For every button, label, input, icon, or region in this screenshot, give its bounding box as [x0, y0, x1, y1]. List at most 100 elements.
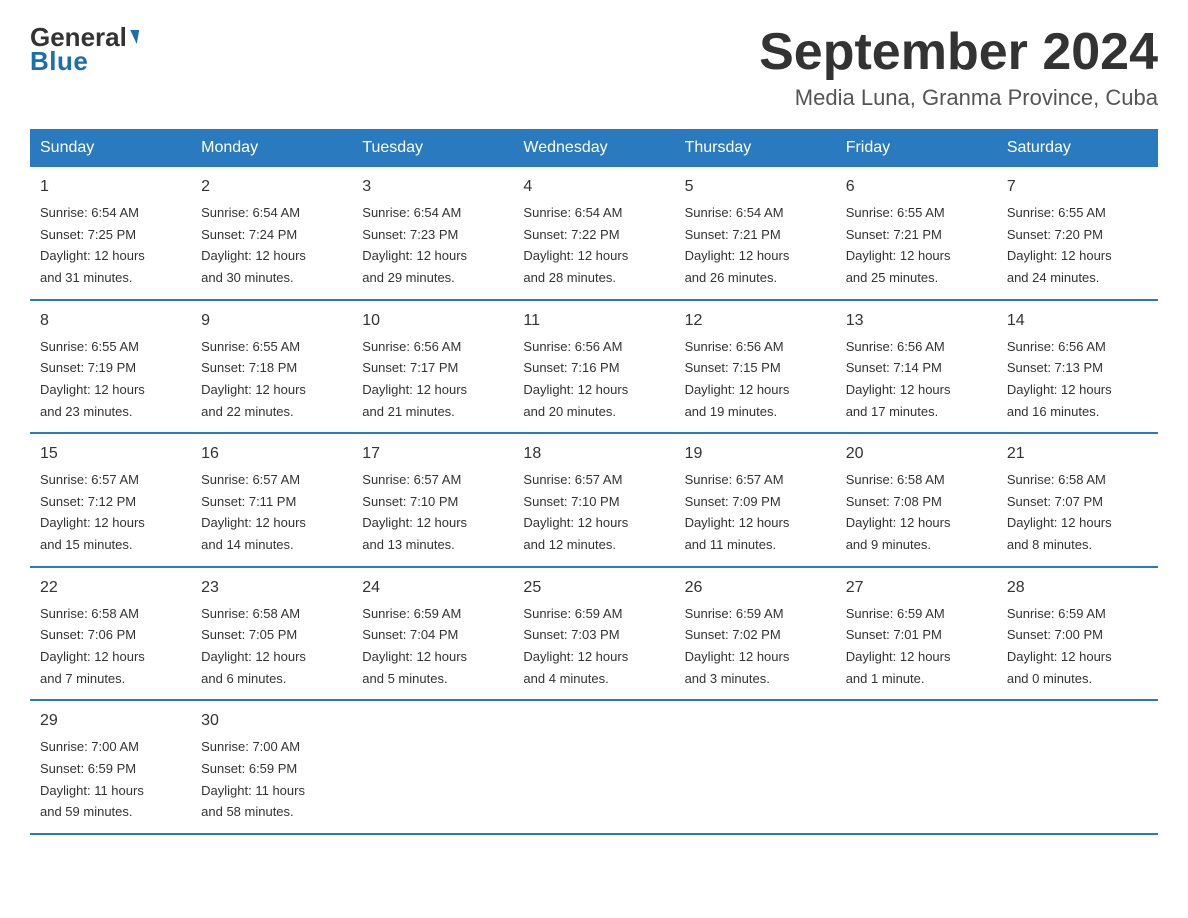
calendar-cell: 11 Sunrise: 6:56 AMSunset: 7:16 PMDaylig…	[513, 300, 674, 434]
day-info: Sunrise: 6:59 AMSunset: 7:04 PMDaylight:…	[362, 606, 467, 686]
calendar-cell: 30 Sunrise: 7:00 AMSunset: 6:59 PMDaylig…	[191, 700, 352, 834]
calendar-cell: 5 Sunrise: 6:54 AMSunset: 7:21 PMDayligh…	[675, 167, 836, 300]
calendar-cell: 15 Sunrise: 6:57 AMSunset: 7:12 PMDaylig…	[30, 433, 191, 567]
calendar-cell: 2 Sunrise: 6:54 AMSunset: 7:24 PMDayligh…	[191, 167, 352, 300]
day-number: 4	[523, 175, 664, 200]
day-number: 20	[846, 442, 987, 467]
location-subtitle: Media Luna, Granma Province, Cuba	[759, 85, 1158, 111]
header-day-monday: Monday	[191, 129, 352, 167]
day-info: Sunrise: 6:59 AMSunset: 7:02 PMDaylight:…	[685, 606, 790, 686]
calendar-cell: 27 Sunrise: 6:59 AMSunset: 7:01 PMDaylig…	[836, 567, 997, 701]
calendar-cell: 23 Sunrise: 6:58 AMSunset: 7:05 PMDaylig…	[191, 567, 352, 701]
day-info: Sunrise: 6:58 AMSunset: 7:05 PMDaylight:…	[201, 606, 306, 686]
day-info: Sunrise: 6:57 AMSunset: 7:10 PMDaylight:…	[523, 472, 628, 552]
day-info: Sunrise: 6:56 AMSunset: 7:15 PMDaylight:…	[685, 339, 790, 419]
calendar-cell	[997, 700, 1158, 834]
day-number: 21	[1007, 442, 1148, 467]
day-number: 30	[201, 709, 342, 734]
day-number: 8	[40, 309, 181, 334]
calendar-cell	[513, 700, 674, 834]
calendar-header: SundayMondayTuesdayWednesdayThursdayFrid…	[30, 129, 1158, 167]
day-number: 27	[846, 576, 987, 601]
day-info: Sunrise: 7:00 AMSunset: 6:59 PMDaylight:…	[40, 739, 144, 819]
calendar-table: SundayMondayTuesdayWednesdayThursdayFrid…	[30, 129, 1158, 835]
day-number: 5	[685, 175, 826, 200]
day-info: Sunrise: 7:00 AMSunset: 6:59 PMDaylight:…	[201, 739, 305, 819]
calendar-cell: 4 Sunrise: 6:54 AMSunset: 7:22 PMDayligh…	[513, 167, 674, 300]
header-day-friday: Friday	[836, 129, 997, 167]
calendar-cell: 1 Sunrise: 6:54 AMSunset: 7:25 PMDayligh…	[30, 167, 191, 300]
day-number: 24	[362, 576, 503, 601]
calendar-body: 1 Sunrise: 6:54 AMSunset: 7:25 PMDayligh…	[30, 167, 1158, 834]
day-info: Sunrise: 6:54 AMSunset: 7:23 PMDaylight:…	[362, 205, 467, 285]
day-number: 14	[1007, 309, 1148, 334]
day-info: Sunrise: 6:54 AMSunset: 7:25 PMDaylight:…	[40, 205, 145, 285]
day-number: 13	[846, 309, 987, 334]
day-number: 16	[201, 442, 342, 467]
calendar-cell: 6 Sunrise: 6:55 AMSunset: 7:21 PMDayligh…	[836, 167, 997, 300]
calendar-cell: 16 Sunrise: 6:57 AMSunset: 7:11 PMDaylig…	[191, 433, 352, 567]
page-header: General Blue September 2024 Media Luna, …	[30, 24, 1158, 111]
header-day-thursday: Thursday	[675, 129, 836, 167]
calendar-cell: 3 Sunrise: 6:54 AMSunset: 7:23 PMDayligh…	[352, 167, 513, 300]
week-row-4: 22 Sunrise: 6:58 AMSunset: 7:06 PMDaylig…	[30, 567, 1158, 701]
calendar-cell: 19 Sunrise: 6:57 AMSunset: 7:09 PMDaylig…	[675, 433, 836, 567]
calendar-cell: 20 Sunrise: 6:58 AMSunset: 7:08 PMDaylig…	[836, 433, 997, 567]
day-info: Sunrise: 6:57 AMSunset: 7:11 PMDaylight:…	[201, 472, 306, 552]
month-title: September 2024	[759, 24, 1158, 81]
day-info: Sunrise: 6:55 AMSunset: 7:21 PMDaylight:…	[846, 205, 951, 285]
day-info: Sunrise: 6:59 AMSunset: 7:01 PMDaylight:…	[846, 606, 951, 686]
day-info: Sunrise: 6:58 AMSunset: 7:07 PMDaylight:…	[1007, 472, 1112, 552]
day-number: 18	[523, 442, 664, 467]
calendar-cell: 12 Sunrise: 6:56 AMSunset: 7:15 PMDaylig…	[675, 300, 836, 434]
calendar-cell: 22 Sunrise: 6:58 AMSunset: 7:06 PMDaylig…	[30, 567, 191, 701]
day-number: 17	[362, 442, 503, 467]
calendar-cell: 26 Sunrise: 6:59 AMSunset: 7:02 PMDaylig…	[675, 567, 836, 701]
calendar-cell	[836, 700, 997, 834]
day-number: 29	[40, 709, 181, 734]
logo: General Blue	[30, 24, 138, 77]
calendar-cell: 10 Sunrise: 6:56 AMSunset: 7:17 PMDaylig…	[352, 300, 513, 434]
week-row-2: 8 Sunrise: 6:55 AMSunset: 7:19 PMDayligh…	[30, 300, 1158, 434]
day-info: Sunrise: 6:59 AMSunset: 7:03 PMDaylight:…	[523, 606, 628, 686]
calendar-cell: 9 Sunrise: 6:55 AMSunset: 7:18 PMDayligh…	[191, 300, 352, 434]
calendar-cell: 14 Sunrise: 6:56 AMSunset: 7:13 PMDaylig…	[997, 300, 1158, 434]
calendar-cell: 29 Sunrise: 7:00 AMSunset: 6:59 PMDaylig…	[30, 700, 191, 834]
header-day-sunday: Sunday	[30, 129, 191, 167]
day-info: Sunrise: 6:54 AMSunset: 7:21 PMDaylight:…	[685, 205, 790, 285]
day-number: 22	[40, 576, 181, 601]
day-info: Sunrise: 6:54 AMSunset: 7:22 PMDaylight:…	[523, 205, 628, 285]
day-info: Sunrise: 6:54 AMSunset: 7:24 PMDaylight:…	[201, 205, 306, 285]
week-row-3: 15 Sunrise: 6:57 AMSunset: 7:12 PMDaylig…	[30, 433, 1158, 567]
day-number: 28	[1007, 576, 1148, 601]
day-info: Sunrise: 6:59 AMSunset: 7:00 PMDaylight:…	[1007, 606, 1112, 686]
day-info: Sunrise: 6:55 AMSunset: 7:18 PMDaylight:…	[201, 339, 306, 419]
calendar-cell: 21 Sunrise: 6:58 AMSunset: 7:07 PMDaylig…	[997, 433, 1158, 567]
calendar-cell: 25 Sunrise: 6:59 AMSunset: 7:03 PMDaylig…	[513, 567, 674, 701]
day-number: 26	[685, 576, 826, 601]
day-number: 7	[1007, 175, 1148, 200]
day-number: 15	[40, 442, 181, 467]
week-row-1: 1 Sunrise: 6:54 AMSunset: 7:25 PMDayligh…	[30, 167, 1158, 300]
logo-blue: Blue	[30, 46, 88, 77]
calendar-cell: 18 Sunrise: 6:57 AMSunset: 7:10 PMDaylig…	[513, 433, 674, 567]
day-info: Sunrise: 6:58 AMSunset: 7:06 PMDaylight:…	[40, 606, 145, 686]
header-day-tuesday: Tuesday	[352, 129, 513, 167]
day-info: Sunrise: 6:56 AMSunset: 7:14 PMDaylight:…	[846, 339, 951, 419]
day-number: 23	[201, 576, 342, 601]
day-info: Sunrise: 6:57 AMSunset: 7:09 PMDaylight:…	[685, 472, 790, 552]
day-number: 19	[685, 442, 826, 467]
day-number: 6	[846, 175, 987, 200]
day-info: Sunrise: 6:58 AMSunset: 7:08 PMDaylight:…	[846, 472, 951, 552]
header-day-saturday: Saturday	[997, 129, 1158, 167]
day-number: 3	[362, 175, 503, 200]
day-number: 10	[362, 309, 503, 334]
calendar-cell: 8 Sunrise: 6:55 AMSunset: 7:19 PMDayligh…	[30, 300, 191, 434]
day-number: 2	[201, 175, 342, 200]
day-number: 11	[523, 309, 664, 334]
day-info: Sunrise: 6:55 AMSunset: 7:19 PMDaylight:…	[40, 339, 145, 419]
calendar-cell: 13 Sunrise: 6:56 AMSunset: 7:14 PMDaylig…	[836, 300, 997, 434]
calendar-cell: 24 Sunrise: 6:59 AMSunset: 7:04 PMDaylig…	[352, 567, 513, 701]
header-row: SundayMondayTuesdayWednesdayThursdayFrid…	[30, 129, 1158, 167]
week-row-5: 29 Sunrise: 7:00 AMSunset: 6:59 PMDaylig…	[30, 700, 1158, 834]
